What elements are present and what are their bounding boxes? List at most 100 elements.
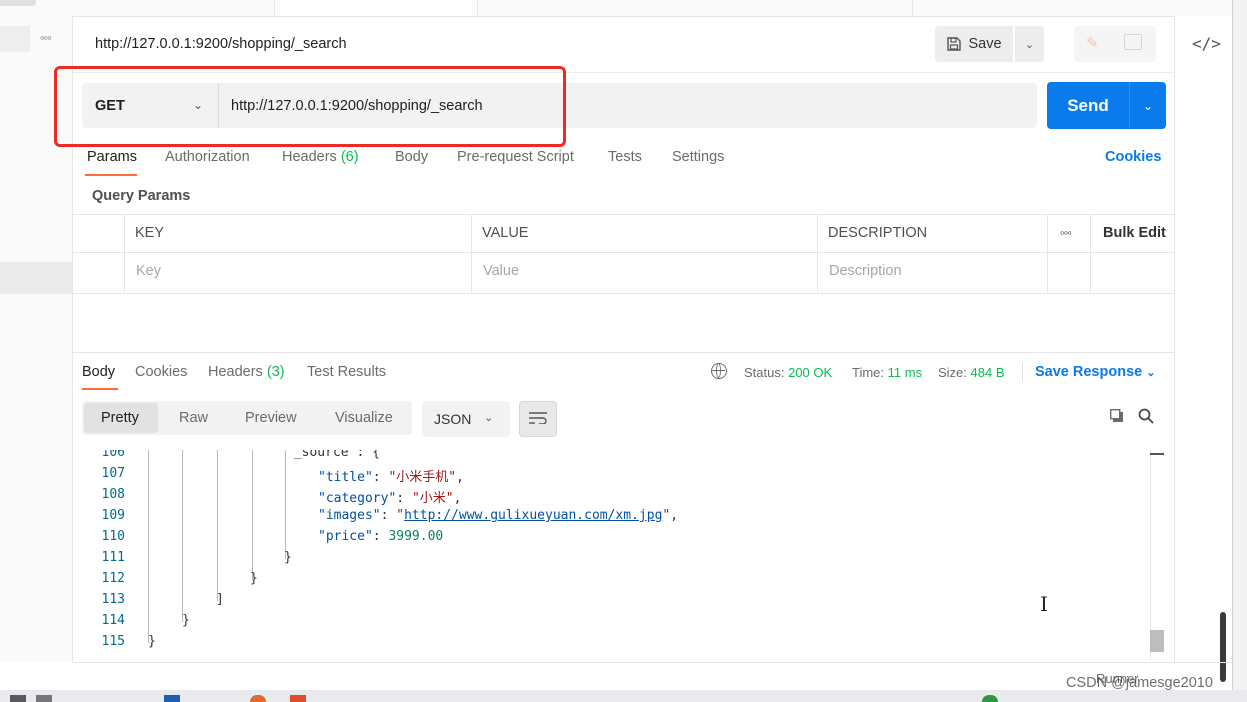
- tab-settings[interactable]: Settings: [672, 149, 724, 165]
- wrap-lines-icon: [529, 412, 547, 424]
- format-tab-preview[interactable]: Preview: [245, 410, 297, 426]
- json-punct: ,: [670, 508, 679, 523]
- window-scrollbar[interactable]: [1220, 612, 1226, 682]
- column-header-value: VALUE: [482, 225, 529, 241]
- response-tab-cookies[interactable]: Cookies: [135, 364, 187, 380]
- scrollbar-thumb[interactable]: [1150, 630, 1164, 652]
- column-header-description: DESCRIPTION: [828, 225, 928, 241]
- save-response-label: Save Response: [1035, 364, 1143, 380]
- response-tab-headers-label: Headers: [208, 364, 263, 380]
- code-text: "_source": {: [286, 450, 380, 460]
- tab-separator: [912, 0, 913, 16]
- column-divider: [471, 214, 472, 292]
- response-tab-body[interactable]: Body: [82, 364, 115, 380]
- tab-body[interactable]: Body: [395, 149, 428, 165]
- chevron-down-icon: ⌄: [484, 412, 494, 424]
- response-tab-test-results[interactable]: Test Results: [307, 364, 386, 380]
- copy-icon[interactable]: [1110, 409, 1124, 423]
- text-cursor-icon: I: [1040, 592, 1048, 616]
- taskbar-app-icon[interactable]: [36, 695, 52, 702]
- value-input[interactable]: Value: [483, 263, 519, 279]
- headers-count: (6): [340, 149, 359, 165]
- taskbar-app-icon[interactable]: [982, 695, 998, 702]
- taskbar-start-icon[interactable]: [10, 695, 26, 702]
- bulk-edit-button[interactable]: Bulk Edit: [1103, 225, 1166, 241]
- tab-authorization[interactable]: Authorization: [165, 149, 250, 165]
- save-dropdown-chevron-icon[interactable]: ⌄: [1015, 26, 1044, 62]
- globe-icon[interactable]: [711, 363, 727, 379]
- tab-headers-label: Headers: [282, 149, 337, 165]
- language-value: JSON: [434, 411, 472, 427]
- response-body-editor[interactable]: 106 "_source": { 107 "title": "小米手机", 108 "…: [72, 450, 1150, 660]
- json-key: "price": [318, 529, 373, 544]
- line-number: 108: [101, 487, 125, 502]
- line-number: 112: [101, 571, 125, 586]
- code-text: ]: [216, 592, 224, 607]
- description-input[interactable]: Description: [829, 263, 902, 279]
- sidebar-new-button[interactable]: [0, 26, 30, 52]
- indent-guide: [285, 450, 286, 559]
- save-button[interactable]: Save: [935, 26, 1013, 62]
- editor-scrollbar[interactable]: [1150, 450, 1165, 660]
- send-button[interactable]: Send: [1047, 82, 1129, 129]
- request-title[interactable]: http://127.0.0.1:9200/shopping/_search: [95, 36, 347, 52]
- column-header-key: KEY: [135, 225, 165, 241]
- indent-guide: [148, 450, 149, 643]
- response-tab-headers[interactable]: Headers (3): [208, 364, 285, 380]
- scrollbar-marker: [1150, 453, 1164, 455]
- status-label: Status:: [744, 365, 785, 380]
- code-snippet-icon[interactable]: </>: [1192, 34, 1221, 53]
- tab-params[interactable]: Params: [87, 149, 137, 165]
- active-request-tab[interactable]: [274, 0, 478, 16]
- format-tab-visualize[interactable]: Visualize: [335, 410, 393, 426]
- tab-pre-request-script[interactable]: Pre-request Script: [457, 149, 574, 165]
- chevron-down-icon: ⌄: [1146, 367, 1156, 379]
- indent-guide: [182, 450, 183, 622]
- sidebar-more-icon[interactable]: ◦◦◦: [40, 30, 52, 45]
- sidebar-selected-item[interactable]: [0, 262, 72, 294]
- more-options-icon[interactable]: ◦◦◦: [1060, 225, 1072, 240]
- taskbar-app-icon[interactable]: [164, 695, 180, 702]
- cookies-link[interactable]: Cookies: [1105, 149, 1161, 165]
- column-divider: [1047, 214, 1048, 292]
- line-number: 109: [101, 508, 125, 523]
- size-value: 484 B: [970, 365, 1005, 380]
- save-icon: [947, 37, 962, 51]
- comments-icon[interactable]: [1124, 34, 1142, 50]
- key-input[interactable]: Key: [136, 263, 161, 279]
- taskbar-app-icon[interactable]: [290, 695, 306, 702]
- window-edge: [1232, 0, 1247, 702]
- size-readout: Size: 484 B: [938, 365, 1005, 380]
- active-tab-indicator: [82, 388, 118, 390]
- code-text: }: [148, 634, 156, 649]
- json-url-link[interactable]: http://www.gulixueyuan.com/xm.jpg: [404, 508, 662, 523]
- tab-tests[interactable]: Tests: [608, 149, 642, 165]
- save-response-button[interactable]: Save Response ⌄: [1035, 364, 1155, 380]
- right-context-bar: [1174, 16, 1233, 662]
- code-text: }: [250, 571, 258, 586]
- taskbar-postman-icon[interactable]: [250, 695, 266, 702]
- format-tab-raw[interactable]: Raw: [179, 410, 208, 426]
- tab-headers[interactable]: Headers (6): [282, 149, 359, 165]
- json-key: "images": [318, 508, 381, 523]
- send-dropdown-chevron-icon[interactable]: ⌄: [1129, 82, 1166, 129]
- request-tab-strip: [72, 0, 1232, 17]
- response-divider: [72, 352, 1174, 353]
- watermark: CSDN @jamesge2010: [1066, 675, 1213, 691]
- json-punct: ,: [453, 491, 462, 506]
- pencil-icon[interactable]: ✎: [1086, 34, 1099, 52]
- search-icon[interactable]: [1138, 408, 1154, 424]
- line-number: 107: [101, 466, 125, 481]
- save-label: Save: [968, 36, 1002, 52]
- indent-guide: [217, 450, 218, 601]
- column-divider: [1090, 214, 1091, 292]
- json-quote: ": [396, 508, 405, 523]
- os-taskbar: [0, 690, 1247, 702]
- params-table: [72, 214, 1174, 294]
- sidebar-header-button[interactable]: [0, 0, 36, 6]
- query-params-title: Query Params: [92, 188, 191, 204]
- status-readout: Status: 200 OK: [744, 365, 832, 380]
- table-row-divider: [72, 252, 1174, 253]
- indent-guide: [252, 450, 253, 580]
- format-tab-pretty[interactable]: Pretty: [101, 410, 139, 426]
